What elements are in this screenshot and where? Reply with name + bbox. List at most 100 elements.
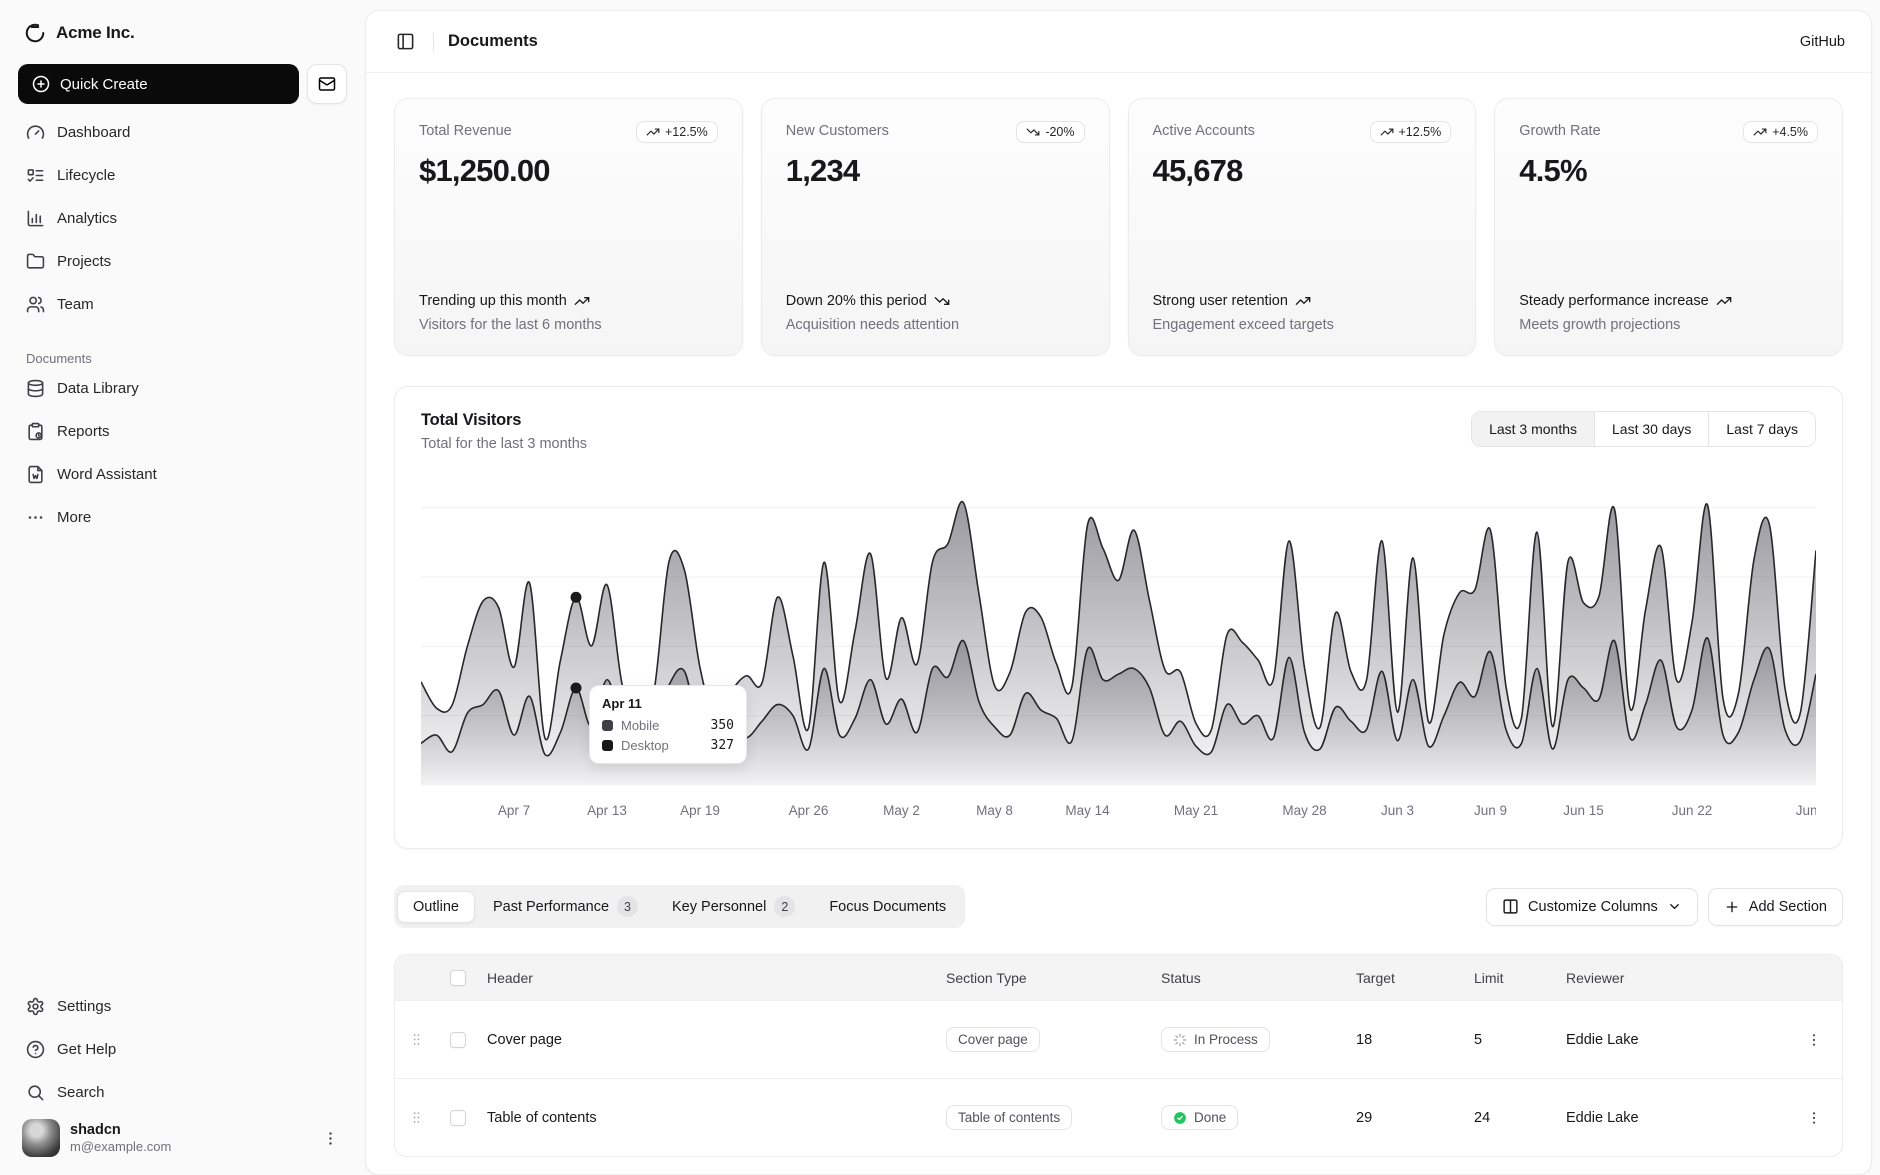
target-value[interactable]: 18 <box>1356 1032 1372 1048</box>
sidebar-item-data-library[interactable]: Data Library <box>16 370 349 407</box>
content: Total Revenue +12.5% $1,250.00 Trending … <box>366 73 1871 1174</box>
drag-handle[interactable] <box>409 1110 424 1125</box>
svg-text:May 8: May 8 <box>976 803 1013 818</box>
range-last-30-days[interactable]: Last 30 days <box>1594 412 1708 446</box>
user-email: m@example.com <box>70 1139 308 1155</box>
target-value[interactable]: 29 <box>1356 1110 1372 1126</box>
user-menu-button[interactable] <box>318 1126 343 1151</box>
area-chart: Apr 7Apr 13Apr 19Apr 26May 2May 8May 14M… <box>421 480 1816 830</box>
trend-badge: -20% <box>1016 121 1084 143</box>
tooltip-date: Apr 11 <box>602 696 734 711</box>
row-header-text[interactable]: Table of contents <box>487 1110 597 1126</box>
brand-logo-icon <box>24 22 46 44</box>
chart-title: Total Visitors <box>421 411 587 430</box>
range-last-3-months[interactable]: Last 3 months <box>1472 412 1594 446</box>
limit-value[interactable]: 24 <box>1474 1110 1490 1126</box>
row-checkbox[interactable] <box>450 1032 466 1048</box>
brand[interactable]: Acme Inc. <box>16 14 349 50</box>
add-section-button[interactable]: Add Section <box>1708 888 1843 926</box>
chart-tooltip: Apr 11 Mobile 350 Desktop 327 <box>589 685 747 764</box>
table-header-row: Header Section Type Status Target Limit … <box>395 955 1842 1000</box>
reviewer-name: Eddie Lake <box>1558 1032 1786 1048</box>
sidebar-item-dashboard[interactable]: Dashboard <box>16 114 349 151</box>
trending-up-icon <box>1380 125 1394 139</box>
sidebar-item-projects[interactable]: Projects <box>16 243 349 280</box>
svg-text:Jun 9: Jun 9 <box>1474 803 1507 818</box>
help-circle-icon <box>26 1040 45 1059</box>
trending-up-icon <box>1753 125 1767 139</box>
row-header-text[interactable]: Cover page <box>487 1032 562 1048</box>
card-value: 4.5% <box>1519 153 1818 189</box>
trend-badge: +12.5% <box>636 121 718 143</box>
column-header: Header <box>479 970 938 986</box>
card-value: 1,234 <box>786 153 1085 189</box>
sidebar-item-team[interactable]: Team <box>16 286 349 323</box>
visitors-area-chart-svg: Apr 7Apr 13Apr 19Apr 26May 2May 8May 14M… <box>421 480 1816 830</box>
card-growth-rate: Growth Rate +4.5% 4.5% Steady performanc… <box>1494 98 1843 356</box>
sidebar-item-more[interactable]: More <box>16 499 349 536</box>
trending-up-icon <box>1295 293 1311 309</box>
count-badge: 3 <box>617 896 638 917</box>
list-todo-icon <box>26 166 45 185</box>
table-row: Table of contents Table of contents Done… <box>395 1078 1842 1156</box>
sidebar-item-label: Word Assistant <box>57 466 157 483</box>
clipboard-icon <box>26 422 45 441</box>
plus-icon <box>1724 899 1740 915</box>
row-actions-button[interactable] <box>1802 1106 1826 1130</box>
column-section-type: Section Type <box>938 970 1153 986</box>
user-avatar <box>22 1119 60 1157</box>
sidebar-toggle-button[interactable] <box>392 28 419 55</box>
sidebar-item-label: Team <box>57 296 94 313</box>
sidebar-item-lifecycle[interactable]: Lifecycle <box>16 157 349 194</box>
reviewer-name: Eddie Lake <box>1558 1110 1786 1126</box>
mobile-series-swatch <box>602 720 613 731</box>
section-type-badge: Cover page <box>946 1027 1040 1052</box>
column-target: Target <box>1348 970 1466 986</box>
row-actions-button[interactable] <box>1802 1028 1826 1052</box>
sidebar-item-label: Get Help <box>57 1041 116 1058</box>
github-link[interactable]: GitHub <box>1800 34 1845 50</box>
quick-create-button[interactable]: Quick Create <box>18 64 299 104</box>
tab-past-performance[interactable]: Past Performance 3 <box>477 888 654 925</box>
trend-badge: +4.5% <box>1743 121 1818 143</box>
inbox-button[interactable] <box>307 64 347 104</box>
customize-columns-button[interactable]: Customize Columns <box>1486 888 1698 926</box>
sidebar-nav-main: Dashboard Lifecycle Analytics Projects T… <box>16 114 349 323</box>
topbar: Documents GitHub <box>366 11 1871 73</box>
range-toggle-group: Last 3 months Last 30 days Last 7 days <box>1471 411 1816 447</box>
ellipsis-icon <box>26 508 45 527</box>
sidebar-item-get-help[interactable]: Get Help <box>16 1031 349 1068</box>
sidebar-item-analytics[interactable]: Analytics <box>16 200 349 237</box>
row-checkbox[interactable] <box>450 1110 466 1126</box>
column-reviewer: Reviewer <box>1558 970 1786 986</box>
sidebar-item-label: Search <box>57 1084 105 1101</box>
svg-text:Apr 19: Apr 19 <box>680 803 720 818</box>
sidebar-item-settings[interactable]: Settings <box>16 988 349 1025</box>
view-tabs: Outline Past Performance 3 Key Personnel… <box>394 885 965 928</box>
users-icon <box>26 295 45 314</box>
trending-down-icon <box>934 293 950 309</box>
panel-left-icon <box>396 32 415 51</box>
file-word-icon <box>26 465 45 484</box>
sidebar-item-search[interactable]: Search <box>16 1074 349 1111</box>
svg-text:Jun 22: Jun 22 <box>1672 803 1713 818</box>
card-active-accounts: Active Accounts +12.5% 45,678 Strong use… <box>1128 98 1477 356</box>
tab-outline[interactable]: Outline <box>397 891 475 923</box>
sidebar-nav-secondary: Settings Get Help Search <box>16 988 349 1111</box>
select-all-checkbox[interactable] <box>450 970 466 986</box>
chart-column-icon <box>26 209 45 228</box>
limit-value[interactable]: 5 <box>1474 1032 1482 1048</box>
desktop-series-swatch <box>602 740 613 751</box>
range-last-7-days[interactable]: Last 7 days <box>1708 412 1815 446</box>
svg-text:May 21: May 21 <box>1174 803 1218 818</box>
sidebar-item-word-assistant[interactable]: Word Assistant <box>16 456 349 493</box>
drag-handle[interactable] <box>409 1032 424 1047</box>
trending-up-icon <box>646 125 660 139</box>
sidebar-item-label: Reports <box>57 423 110 440</box>
svg-text:Apr 7: Apr 7 <box>498 803 530 818</box>
tab-key-personnel[interactable]: Key Personnel 2 <box>656 888 811 925</box>
sidebar-item-reports[interactable]: Reports <box>16 413 349 450</box>
tab-focus-documents[interactable]: Focus Documents <box>813 891 962 923</box>
user-menu[interactable]: shadcn m@example.com <box>16 1111 349 1157</box>
svg-text:Jun 3: Jun 3 <box>1381 803 1414 818</box>
